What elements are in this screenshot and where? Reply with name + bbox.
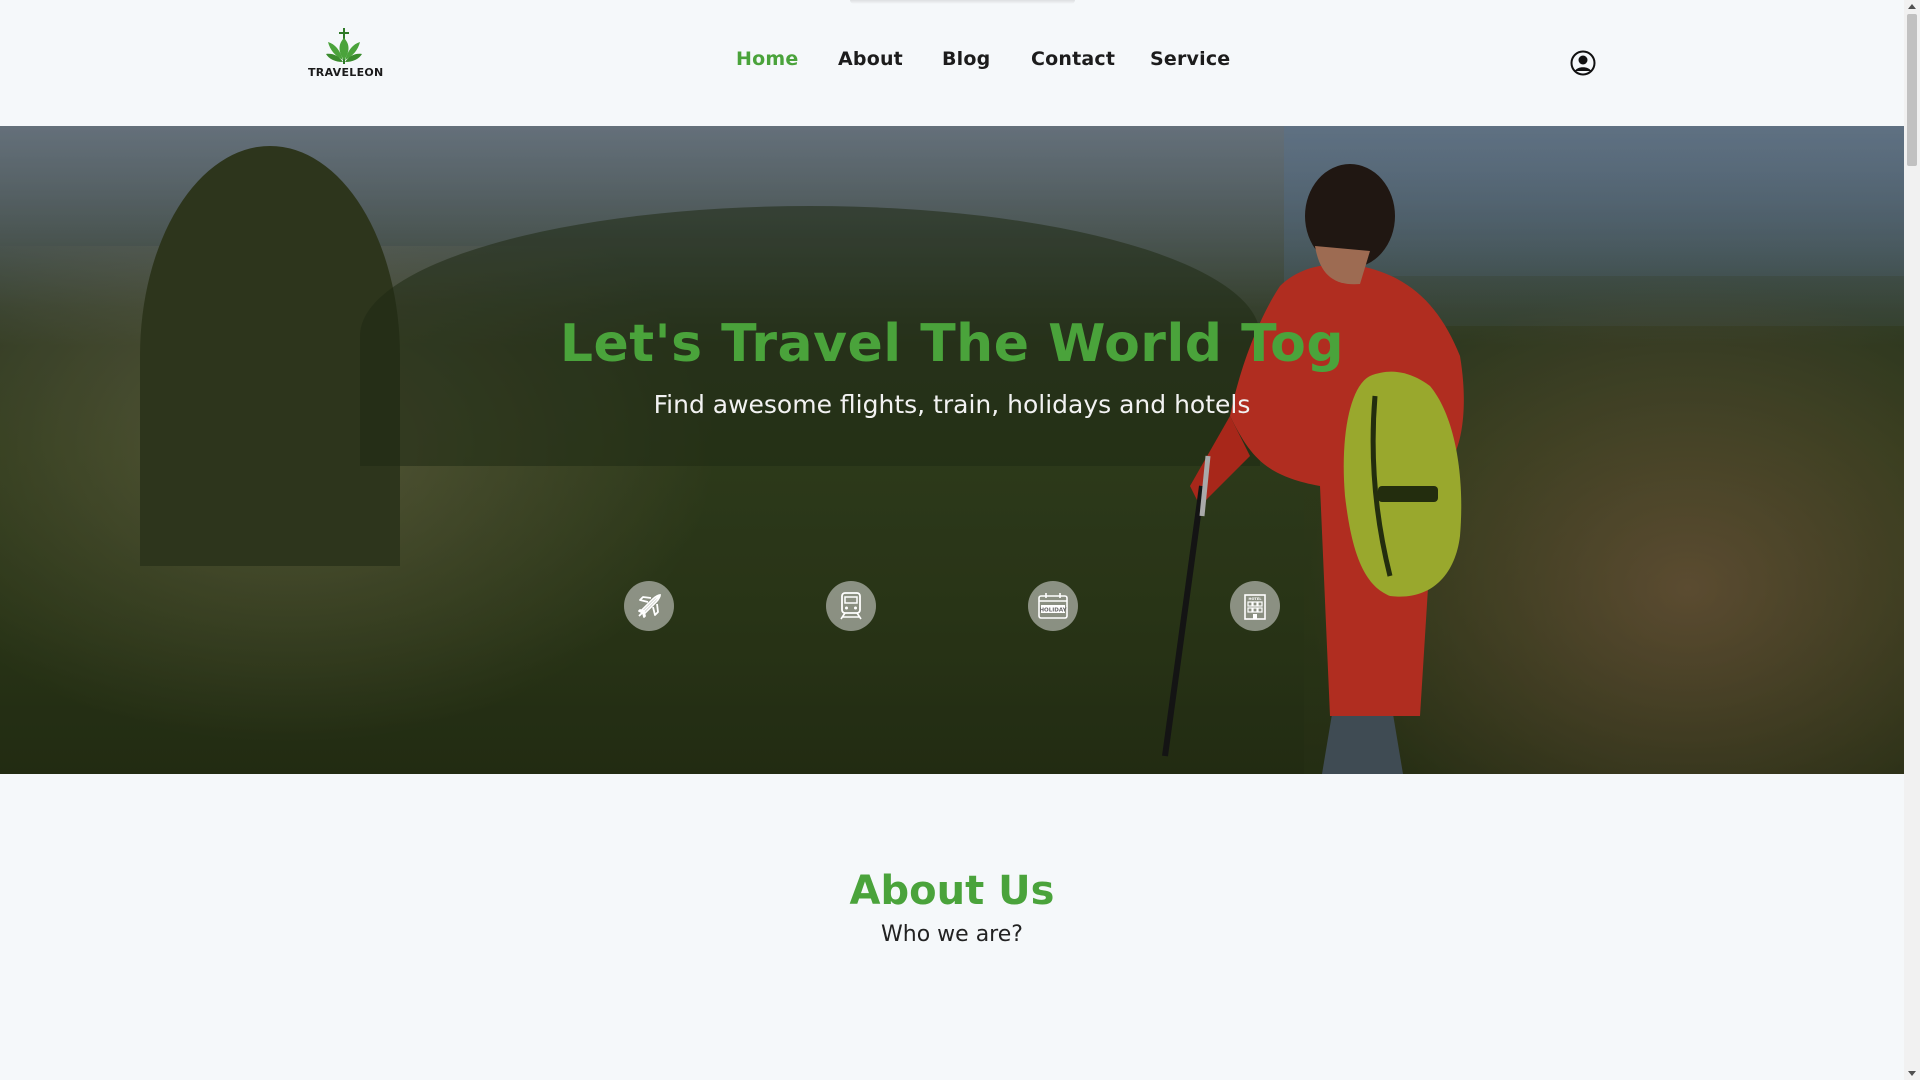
nav-item-home[interactable]: Home <box>736 48 798 70</box>
page-scrollbar[interactable] <box>1904 0 1920 1080</box>
nav-item-contact[interactable]: Contact <box>1031 48 1115 70</box>
holiday-badge: HOLIDAY <box>1039 608 1067 614</box>
scroll-thumb[interactable] <box>1907 14 1917 166</box>
brand-name: TRAVELEON <box>308 66 384 79</box>
nav-item-service[interactable]: Service <box>1150 48 1230 70</box>
brand-logo[interactable]: TRAVELEON <box>308 26 384 82</box>
airplane-icon <box>638 594 661 618</box>
service-train-button[interactable] <box>826 581 876 631</box>
user-circle-icon[interactable] <box>1570 50 1596 76</box>
nav-item-blog[interactable]: Blog <box>942 48 990 70</box>
hero-overlay <box>0 126 1904 774</box>
hero-banner: Let's Travel The World Tog Find awesome … <box>0 126 1904 774</box>
scroll-up-icon[interactable] <box>1908 4 1916 9</box>
service-flights-button[interactable] <box>624 581 674 631</box>
page: TRAVELEON Home About Blog Contact Servic… <box>0 0 1904 1080</box>
site-header: TRAVELEON Home About Blog Contact Servic… <box>0 0 1904 126</box>
hotel-icon: HOTEL <box>1244 594 1266 620</box>
nav-item-about[interactable]: About <box>838 48 903 70</box>
about-title: About Us <box>849 868 1055 914</box>
train-icon <box>840 592 862 620</box>
hero-title: Let's Travel The World Tog <box>559 314 1345 374</box>
scroll-down-icon[interactable] <box>1908 1071 1916 1076</box>
hero-subtitle: Find awesome flights, train, holidays an… <box>653 390 1251 419</box>
holiday-calendar-icon: HOLIDAY <box>1038 593 1068 619</box>
hotel-badge: HOTEL <box>1249 597 1263 601</box>
header-shadow <box>850 0 1075 4</box>
about-subtitle: Who we are? <box>881 922 1023 947</box>
leaf-logo-icon <box>326 28 362 64</box>
service-holidays-button[interactable]: HOLIDAY <box>1028 581 1078 631</box>
service-hotels-button[interactable]: HOTEL <box>1230 581 1280 631</box>
